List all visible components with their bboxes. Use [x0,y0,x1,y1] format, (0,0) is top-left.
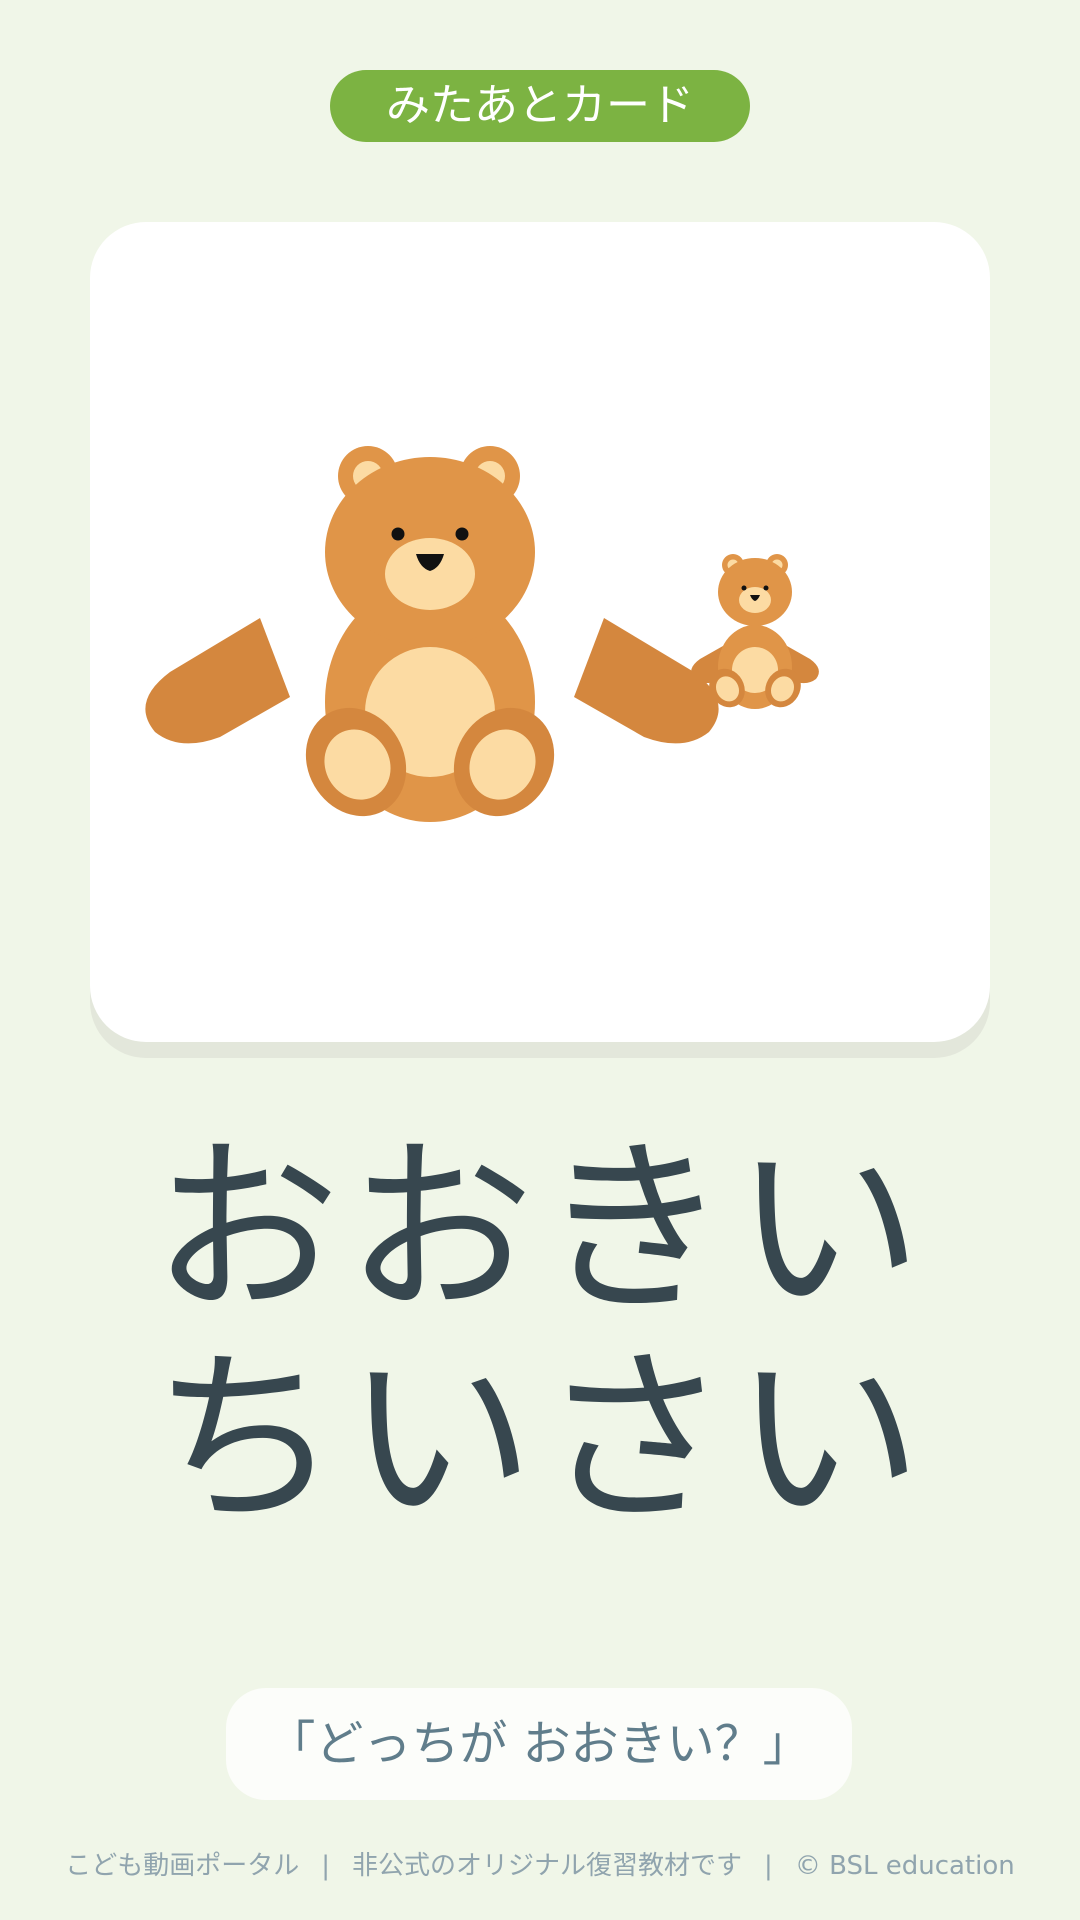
bears-illustration [145,446,819,822]
footer-copyright: © BSL education [794,1851,1015,1881]
card-type-badge: みたあとカード [330,70,750,142]
footer-portal-name: こども動画ポータル [65,1851,300,1881]
title-large-word: おおきい [152,1120,928,1339]
large-bear-icon [145,446,719,822]
footer-note: 非公式のオリジナル復習教材です [352,1851,743,1881]
illustration-card [90,222,990,1042]
footer: こども動画ポータル | 非公式のオリジナル復習教材です | © BSL educatio… [0,1846,1080,1886]
question-prompt: 「どっちが おおきい？」 [226,1688,852,1800]
small-bear-icon [691,554,819,709]
footer-separator: | [321,1851,331,1881]
footer-separator: | [764,1851,773,1881]
title-small-word: ちいさい [152,1330,928,1549]
